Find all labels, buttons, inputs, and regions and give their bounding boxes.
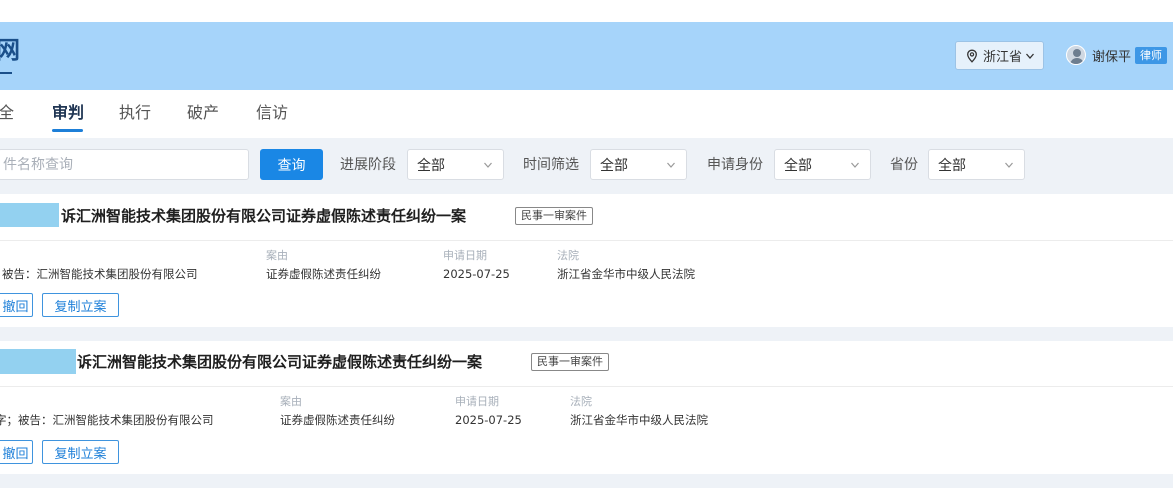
filter-bar: 查询 进展阶段 全部 时间筛选 全部 申请身份 全部 省份 全部 [0, 138, 1173, 192]
case-title[interactable]: 诉汇洲智能技术集团股份有限公司证券虚假陈述责任纠纷一案 [77, 352, 482, 372]
user-name: 谢保平 [1092, 49, 1132, 65]
cause-label: 案由 [280, 395, 302, 408]
filter-label-province: 省份 [890, 157, 918, 173]
court-label: 法院 [557, 249, 579, 262]
time-select-value: 全部 [600, 157, 628, 174]
query-button[interactable]: 查询 [260, 149, 323, 180]
case-title[interactable]: 诉汇洲智能技术集团股份有限公司证券虚假陈述责任纠纷一案 [61, 206, 466, 226]
user-menu[interactable]: 谢保平 律师 [1066, 44, 1168, 66]
case-search-input[interactable] [0, 149, 249, 180]
progress-select[interactable]: 全部 [407, 149, 504, 180]
chevron-down-icon [1026, 53, 1035, 59]
filter-label-time: 时间筛选 [523, 157, 579, 173]
card-divider [0, 240, 1173, 241]
court-label: 法院 [570, 395, 592, 408]
case-type-tag: 民事一审案件 [531, 353, 609, 371]
card-divider [0, 386, 1173, 387]
region-label: 浙江省 [983, 50, 1023, 65]
chevron-down-icon [851, 162, 859, 168]
copy-filing-button[interactable]: 复制立案 [42, 440, 119, 464]
filter-label-progress: 进展阶段 [340, 157, 396, 173]
time-select[interactable]: 全部 [590, 149, 687, 180]
next-case-card [0, 488, 1173, 500]
copy-filing-button[interactable]: 复制立案 [42, 293, 119, 317]
cause-value: 证券虚假陈述责任纠纷 [266, 267, 381, 281]
chevron-down-icon [667, 162, 675, 168]
cause-value: 证券虚假陈述责任纠纷 [280, 413, 395, 427]
logo-underline [0, 72, 12, 74]
identity-select[interactable]: 全部 [774, 149, 871, 180]
progress-select-value: 全部 [417, 157, 445, 174]
active-tab-indicator [52, 129, 83, 132]
top-strip [0, 0, 1173, 22]
court-value: 浙江省金华市中级人民法院 [570, 413, 708, 427]
identity-select-value: 全部 [784, 157, 812, 174]
court-value: 浙江省金华市中级人民法院 [557, 267, 695, 281]
case-type-tag: 民事一审案件 [515, 207, 593, 225]
tab-bar: 全 审判 执行 破产 信访 [0, 90, 1173, 138]
cause-label: 案由 [266, 249, 288, 262]
chevron-down-icon [1005, 162, 1013, 168]
case-parties: 字；被告：汇洲智能技术集团股份有限公司 [0, 413, 214, 427]
date-label: 申请日期 [443, 249, 487, 262]
date-value: 2025-07-25 [443, 267, 510, 281]
tab-bankruptcy[interactable]: 破产 [187, 102, 219, 124]
case-card[interactable]: 诉汇洲智能技术集团股份有限公司证券虚假陈述责任纠纷一案 民事一审案件 字；被告：… [0, 341, 1173, 474]
tab-all[interactable]: 全 [0, 102, 14, 124]
site-logo[interactable]: 网 [0, 36, 20, 64]
date-value: 2025-07-25 [455, 413, 522, 427]
redacted-block [0, 203, 59, 227]
tab-petition[interactable]: 信访 [256, 102, 288, 124]
role-badge: 律师 [1135, 46, 1168, 64]
withdraw-button[interactable]: 撤回 [0, 440, 33, 464]
location-pin-icon [967, 49, 977, 63]
tab-execution[interactable]: 执行 [119, 102, 151, 124]
province-select-value: 全部 [938, 157, 966, 174]
province-select[interactable]: 全部 [928, 149, 1025, 180]
redacted-block [0, 349, 76, 374]
region-selector[interactable]: 浙江省 [955, 41, 1044, 70]
date-label: 申请日期 [455, 395, 499, 408]
tab-trial[interactable]: 审判 [52, 102, 84, 124]
filter-label-identity: 申请身份 [707, 157, 763, 173]
case-parties: 被告：汇洲智能技术集团股份有限公司 [2, 267, 198, 281]
withdraw-button[interactable]: 撤回 [0, 293, 33, 317]
avatar [1066, 45, 1086, 65]
case-card[interactable]: 诉汇洲智能技术集团股份有限公司证券虚假陈述责任纠纷一案 民事一审案件 被告：汇洲… [0, 194, 1173, 327]
chevron-down-icon [484, 162, 492, 168]
